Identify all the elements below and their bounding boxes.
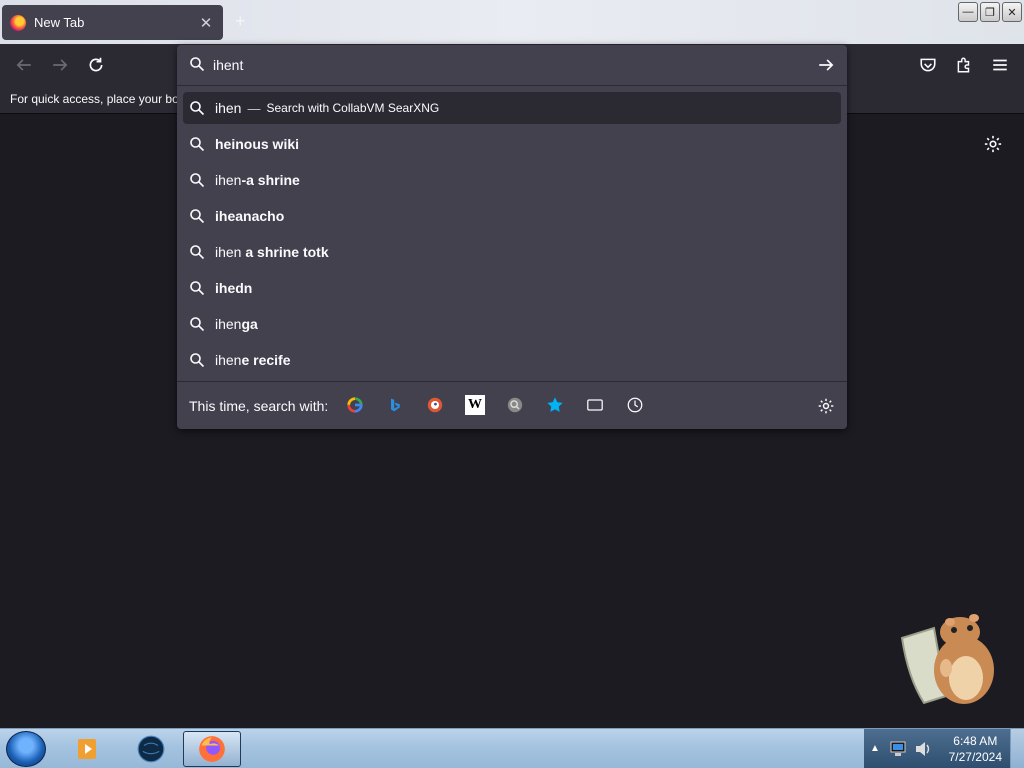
suggestion-text: ihen-a shrine xyxy=(215,172,300,188)
suggestion-completion: ihedn xyxy=(215,280,253,296)
search-icon xyxy=(189,208,205,224)
restore-button[interactable]: ❐ xyxy=(980,2,1000,22)
browser-window: New Tab ✕ + — ❐ ✕ For quick access, plac… xyxy=(0,0,1024,768)
suggestion-separator: — xyxy=(247,100,261,116)
suggestion-completion: -a shrine xyxy=(241,172,300,188)
tabs-icon[interactable] xyxy=(585,395,605,415)
back-arrow-icon[interactable] xyxy=(14,55,34,75)
reload-icon[interactable] xyxy=(86,55,106,75)
suggestion-typed-part: ihen xyxy=(215,244,246,260)
system-clock[interactable]: 6:48 AM 7/27/2024 xyxy=(949,733,1002,765)
search-icon xyxy=(189,280,205,296)
suggestion-completion: e recife xyxy=(241,352,291,368)
suggestion-completion: a shrine totk xyxy=(245,244,329,260)
system-tray: ▲ 6:48 AM 7/27/2024 xyxy=(864,729,1024,768)
menu-hamburger-icon[interactable] xyxy=(990,55,1010,75)
suggestion-row[interactable]: ihen-a shrine xyxy=(183,164,841,196)
bookmarks-star-icon[interactable] xyxy=(545,395,565,415)
pocket-icon[interactable] xyxy=(918,55,938,75)
search-icon xyxy=(189,100,205,116)
search-icon xyxy=(189,56,205,72)
suggestion-text: ihen xyxy=(215,100,241,116)
duckduckgo-icon[interactable] xyxy=(425,395,445,415)
close-window-button[interactable]: ✕ xyxy=(1002,2,1022,22)
volume-icon[interactable] xyxy=(914,740,932,763)
tab-close-icon[interactable]: ✕ xyxy=(197,14,215,32)
urlbar xyxy=(177,45,847,85)
suggestion-completion: ga xyxy=(241,316,258,332)
suggestion-text: iheanacho xyxy=(215,208,284,224)
suggestion-text: ihenga xyxy=(215,316,258,332)
forward-arrow-icon[interactable] xyxy=(50,55,70,75)
clock-date: 7/27/2024 xyxy=(948,750,1002,764)
history-clock-icon[interactable] xyxy=(625,395,645,415)
suggestion-text: ihen a shrine totk xyxy=(215,244,329,260)
media-player-taskbar-icon[interactable] xyxy=(58,731,116,767)
suggestion-row[interactable]: iheanacho xyxy=(183,200,841,232)
suggestion-row[interactable]: ihedn xyxy=(183,272,841,304)
wikipedia-icon[interactable]: W xyxy=(465,395,485,415)
new-tab-plus-icon[interactable]: + xyxy=(235,11,246,32)
one-off-search-bar: This time, search with: W xyxy=(177,381,847,429)
suggestion-row[interactable]: ihen a shrine totk xyxy=(183,236,841,268)
extensions-puzzle-icon[interactable] xyxy=(954,55,974,75)
searxng-icon[interactable] xyxy=(505,395,525,415)
suggestion-typed-part: ihen xyxy=(215,172,242,188)
divider xyxy=(177,85,847,86)
suggestion-typed-part: ihen xyxy=(215,316,242,332)
google-icon[interactable] xyxy=(345,395,365,415)
search-icon xyxy=(189,136,205,152)
suggestion-completion: heinous wiki xyxy=(215,136,300,152)
search-with-label: This time, search with: xyxy=(189,398,329,414)
tab-strip: New Tab ✕ + — ❐ ✕ xyxy=(0,0,1024,44)
suggestion-action-hint: Search with CollabVM SearXNG xyxy=(266,101,440,115)
search-icon xyxy=(189,172,205,188)
url-input[interactable] xyxy=(213,55,793,75)
suggestion-row[interactable]: ihen — Search with CollabVM SearXNG xyxy=(183,92,841,124)
search-icon xyxy=(189,352,205,368)
taskbar: ▲ 6:48 AM 7/27/2024 xyxy=(0,728,1024,768)
suggestion-row[interactable]: ihenga xyxy=(183,308,841,340)
suggestion-row[interactable]: heinous wiki xyxy=(183,128,841,160)
search-icon xyxy=(189,244,205,260)
urlbar-popup: ihen — Search with CollabVM SearXNG heinous… xyxy=(177,45,847,429)
tab-new-tab[interactable]: New Tab ✕ xyxy=(2,5,223,40)
tab-title: New Tab xyxy=(34,15,85,30)
firefox-icon xyxy=(10,14,26,31)
network-icon[interactable] xyxy=(890,740,908,763)
suggestion-row[interactable]: ihene recife xyxy=(183,344,841,376)
suggestion-text: ihedn xyxy=(215,280,252,296)
window-controls: — ❐ ✕ xyxy=(958,2,1022,22)
firefox-taskbar-icon[interactable] xyxy=(183,731,241,767)
suggestion-typed-part: ihen xyxy=(215,352,242,368)
suggestion-text: heinous wiki xyxy=(215,136,299,152)
desktop-hamster-mascot xyxy=(894,608,1006,708)
suggestion-text: ihene recife xyxy=(215,352,291,368)
bing-icon[interactable] xyxy=(385,395,405,415)
start-button[interactable] xyxy=(6,731,46,767)
show-desktop-button[interactable] xyxy=(1010,729,1024,768)
globe-taskbar-icon[interactable] xyxy=(122,731,180,767)
tray-expand-icon[interactable]: ▲ xyxy=(870,743,880,754)
search-settings-gear-icon[interactable] xyxy=(817,397,835,415)
minimize-button[interactable]: — xyxy=(958,2,978,22)
page-settings-gear-icon[interactable] xyxy=(983,134,1003,154)
search-icon xyxy=(189,316,205,332)
clock-time: 6:48 AM xyxy=(953,734,998,748)
go-arrow-icon[interactable] xyxy=(817,56,835,74)
suggestion-completion: iheanacho xyxy=(215,208,285,224)
suggestion-typed-part: ihen xyxy=(215,100,242,116)
